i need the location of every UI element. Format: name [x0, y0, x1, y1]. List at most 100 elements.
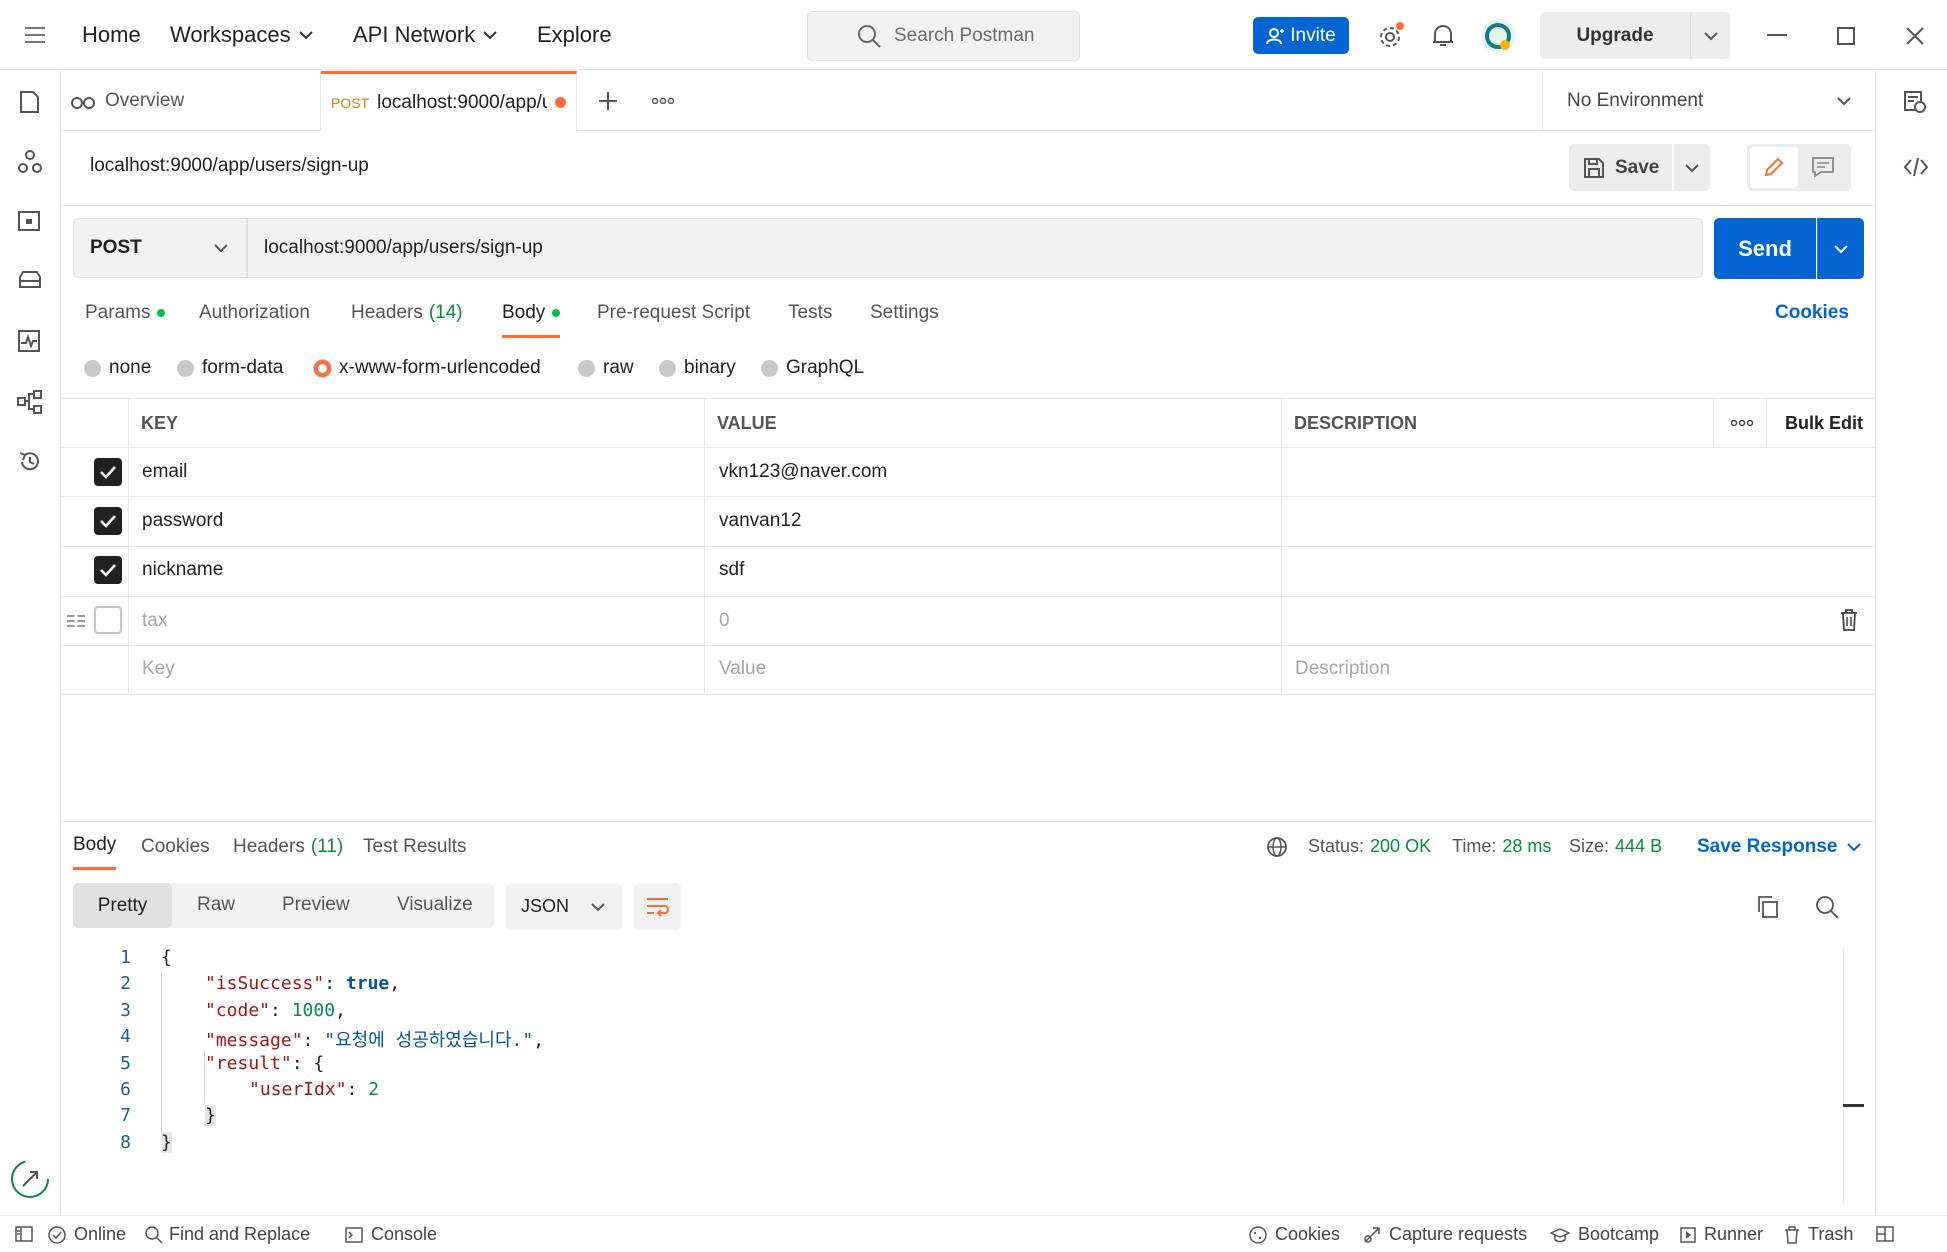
body-type-raw[interactable]: raw [578, 357, 634, 379]
wrap-lines-icon[interactable] [634, 883, 681, 930]
environment-quick-look-icon[interactable] [1903, 90, 1927, 114]
new-description-input[interactable]: Description [1295, 658, 1390, 680]
code-snippet-icon[interactable] [1903, 156, 1929, 178]
environment-selector[interactable]: No Environment [1542, 71, 1875, 130]
save-response-button[interactable]: Save Response [1697, 836, 1862, 858]
online-status[interactable]: Online [48, 1224, 126, 1245]
row-enabled-checkbox[interactable] [94, 458, 122, 486]
hamburger-menu-icon[interactable] [25, 27, 45, 43]
environments-icon[interactable] [17, 209, 43, 235]
notifications-bell-icon[interactable] [1431, 23, 1455, 49]
invite-button[interactable]: Invite [1253, 17, 1349, 54]
search-input[interactable]: Search Postman [807, 11, 1080, 61]
param-key[interactable]: email [142, 461, 187, 483]
bootcamp-button[interactable]: Bootcamp [1550, 1224, 1659, 1245]
tab-active-request[interactable]: POST localhost:9000/app/u [321, 71, 577, 131]
param-value[interactable]: 0 [719, 610, 730, 632]
upgrade-button[interactable]: Upgrade [1540, 12, 1693, 59]
console-button[interactable]: Console [345, 1224, 437, 1245]
body-type-binary[interactable]: binary [659, 357, 736, 379]
radio-binary[interactable] [659, 359, 676, 377]
bulk-edit-button[interactable]: Bulk Edit [1785, 413, 1863, 434]
view-raw[interactable]: Raw [197, 894, 235, 916]
tab-headers[interactable]: Headers (14) [351, 302, 463, 324]
copy-icon[interactable] [1756, 895, 1780, 919]
scrollbar-thumb[interactable] [1843, 1104, 1864, 1107]
collections-icon[interactable] [17, 90, 43, 116]
flows-icon[interactable] [17, 389, 43, 415]
response-tab-body[interactable]: Body [73, 834, 117, 870]
body-type-none[interactable]: none [84, 357, 151, 379]
response-code[interactable]: 1 2 3 4 5 6 7 8 { "isSuccess": true, "co… [91, 947, 1841, 1167]
drag-handle-icon[interactable] [67, 613, 85, 629]
radio-raw[interactable] [578, 359, 595, 377]
param-value[interactable]: sdf [719, 559, 744, 581]
rocket-icon[interactable] [10, 1159, 50, 1199]
runner-button[interactable]: Runner [1680, 1224, 1763, 1245]
new-tab-plus-icon[interactable] [598, 91, 618, 111]
response-size[interactable]: Size: 444 B [1569, 836, 1662, 857]
radio-graphql[interactable] [761, 359, 778, 377]
param-value[interactable]: vanvan12 [719, 510, 801, 532]
monitors-icon[interactable] [17, 329, 43, 355]
response-time[interactable]: Time: 28 ms [1452, 836, 1551, 857]
cookies-link[interactable]: Cookies [1775, 302, 1849, 324]
row-enabled-checkbox[interactable] [94, 606, 122, 634]
save-dropdown[interactable] [1674, 144, 1710, 191]
param-key[interactable]: password [142, 510, 223, 532]
body-type-form-data[interactable]: form-data [177, 357, 283, 379]
history-icon[interactable] [17, 449, 43, 475]
view-pretty[interactable]: Pretty [73, 883, 172, 928]
radio-urlencoded[interactable] [314, 359, 331, 377]
view-preview[interactable]: Preview [282, 894, 350, 916]
table-options-icon[interactable] [1731, 420, 1753, 426]
send-button[interactable]: Send [1714, 218, 1816, 279]
search-response-icon[interactable] [1815, 895, 1839, 919]
save-button[interactable]: Save [1569, 144, 1672, 191]
settings-gear-icon[interactable] [1377, 22, 1405, 50]
mock-servers-icon[interactable] [17, 269, 43, 295]
radio-form-data[interactable] [177, 359, 194, 377]
minimize-window-icon[interactable] [1767, 34, 1787, 36]
apis-icon[interactable] [17, 149, 43, 175]
view-visualize[interactable]: Visualize [397, 894, 473, 916]
tab-settings[interactable]: Settings [870, 302, 939, 324]
edit-pencil-icon[interactable] [1750, 147, 1798, 188]
method-select[interactable]: POST [73, 218, 247, 278]
tab-authorization[interactable]: Authorization [199, 302, 310, 324]
request-title[interactable]: localhost:9000/app/users/sign-up [90, 155, 369, 177]
param-key[interactable]: nickname [142, 559, 223, 581]
globe-icon[interactable] [1266, 836, 1288, 858]
body-type-urlencoded[interactable]: x-www-form-urlencoded [314, 357, 541, 379]
row-enabled-checkbox[interactable] [94, 507, 122, 535]
cookies-button[interactable]: Cookies [1249, 1224, 1340, 1245]
tab-params[interactable]: Params [85, 302, 166, 324]
param-value[interactable]: vkn123@naver.com [719, 461, 887, 483]
close-window-icon[interactable] [1906, 27, 1924, 45]
upgrade-dropdown[interactable] [1690, 12, 1730, 59]
response-status[interactable]: Status: 200 OK [1308, 836, 1431, 857]
nav-explore[interactable]: Explore [537, 22, 612, 48]
nav-api-network[interactable]: API Network [353, 22, 497, 48]
response-tab-headers[interactable]: Headers (11) [233, 836, 343, 858]
response-tab-cookies[interactable]: Cookies [141, 836, 210, 858]
response-tab-test-results[interactable]: Test Results [363, 836, 466, 858]
nav-home[interactable]: Home [82, 22, 141, 48]
tab-pre-request-script[interactable]: Pre-request Script [597, 302, 750, 324]
param-key[interactable]: tax [142, 610, 167, 632]
maximize-window-icon[interactable] [1837, 27, 1855, 45]
radio-none[interactable] [84, 359, 101, 377]
format-select[interactable]: JSON [506, 883, 622, 930]
avatar[interactable] [1480, 18, 1516, 54]
more-tabs-icon[interactable] [652, 98, 674, 104]
tab-overview[interactable]: Overview [71, 71, 321, 130]
url-input[interactable]: localhost:9000/app/users/sign-up [247, 218, 1703, 278]
comments-icon[interactable] [1811, 156, 1835, 178]
trash-button[interactable]: Trash [1784, 1224, 1853, 1245]
find-replace-button[interactable]: Find and Replace [145, 1224, 310, 1245]
new-key-input[interactable]: Key [142, 658, 175, 680]
send-dropdown[interactable] [1817, 218, 1864, 279]
toggle-sidebar-icon[interactable] [15, 1226, 33, 1242]
nav-workspaces[interactable]: Workspaces [170, 22, 313, 48]
capture-requests-button[interactable]: Capture requests [1363, 1224, 1527, 1245]
